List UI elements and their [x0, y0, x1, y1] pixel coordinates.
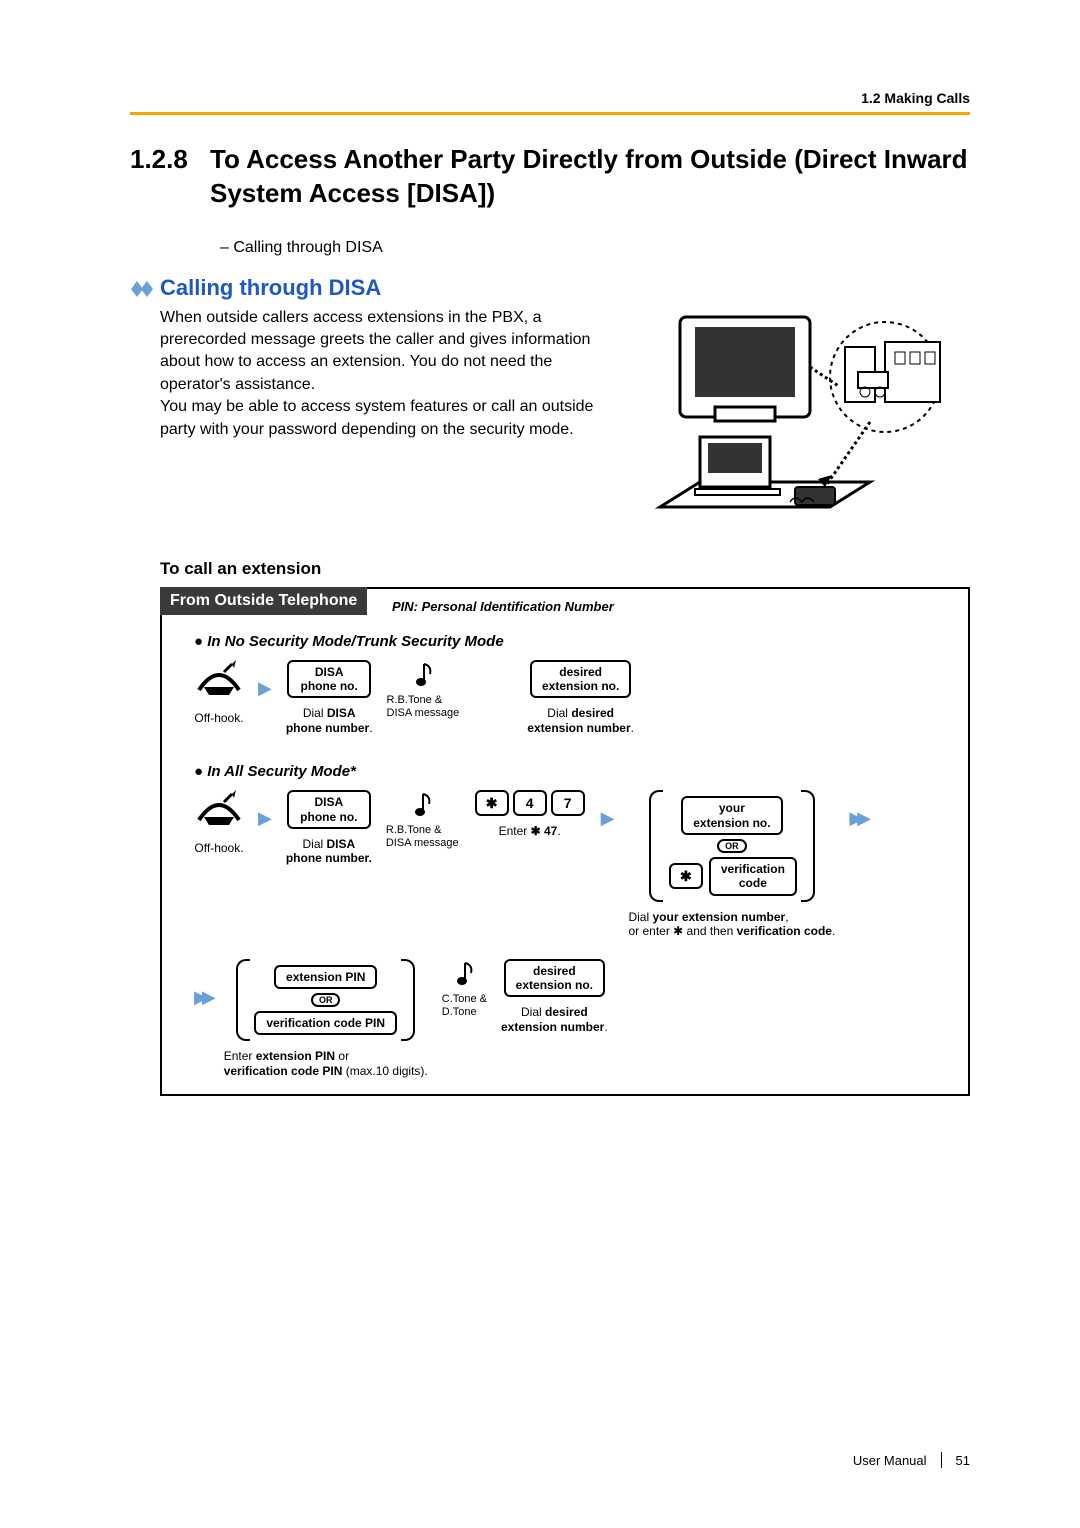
or-pill: OR [717, 839, 747, 853]
pin-step: extension PIN OR verification code PIN E… [224, 959, 428, 1079]
header-rule [130, 112, 970, 115]
offhook-icon [194, 790, 244, 833]
disa-step: DISA phone no. Dial DISAphone number. [286, 660, 373, 736]
verification-code-box: verification code [709, 857, 797, 896]
section-title: 1.2.8 To Access Another Party Directly f… [130, 143, 970, 211]
footer-separator [941, 1452, 942, 1468]
rbtone-step: R.B.Tone & DISA message [387, 660, 460, 720]
mode2-flow-2: ▶▶ extension PIN OR verification code PI… [194, 959, 968, 1079]
key-4: 4 [513, 790, 547, 816]
music-note-icon [410, 660, 436, 690]
verif-pin-box: verification code PIN [254, 1011, 397, 1035]
page-footer: User Manual 51 [853, 1452, 970, 1468]
subheading: Calling through DISA [160, 275, 970, 301]
procedure-box: From Outside Telephone PIN: Personal Ide… [160, 587, 970, 1096]
ext-pin-box: extension PIN [274, 965, 377, 989]
arrow-icon: ▶ [258, 678, 272, 699]
pbx-illustration [640, 307, 970, 537]
toc-line: – Calling through DISA [220, 239, 970, 257]
arrow-double-icon: ▶▶ [194, 987, 210, 1008]
procedure-title: To call an extension [160, 559, 970, 579]
option-group: your extension no. OR ✱ verification cod… [649, 790, 815, 902]
key-7: 7 [551, 790, 585, 816]
desired-ext-step-2: desired extension no. Dial desiredextens… [501, 959, 608, 1035]
page-number: 51 [956, 1453, 970, 1468]
or-pill: OR [311, 993, 341, 1007]
disa-caption-2: DISAphone number [286, 706, 369, 734]
ctone-step: C.Tone & D.Tone [442, 959, 487, 1019]
offhook-icon [194, 660, 244, 703]
offhook-step-2: Off-hook. [194, 790, 244, 855]
page: 1.2 Making Calls 1.2.8 To Access Another… [0, 0, 1080, 1528]
section-number: 1.2.8 [130, 143, 210, 211]
code-step: ✱ 4 7 Enter ✱ 47. [473, 790, 587, 838]
disa-phone-box: DISA phone no. [287, 790, 371, 829]
ext-or-verif-step: your extension no. OR ✱ verification cod… [628, 790, 835, 938]
procedure-tab: From Outside Telephone [160, 587, 367, 615]
procedure-note: PIN: Personal Identification Number [392, 599, 614, 614]
desired-ext-box: desired extension no. [504, 959, 605, 998]
intro-text: When outside callers access extensions i… [160, 307, 620, 537]
diamond-icon [130, 278, 156, 304]
intro-row: When outside callers access extensions i… [160, 307, 970, 537]
option-group: extension PIN OR verification code PIN [236, 959, 415, 1042]
arrow-icon: ▶ [258, 808, 272, 829]
disa-caption-1: Dial [303, 706, 327, 720]
footer-label: User Manual [853, 1453, 927, 1468]
desired-ext-step: desired extension no. Dial desiredextens… [527, 660, 634, 736]
music-note-icon [451, 959, 477, 989]
key-star: ✱ [669, 863, 703, 889]
key-star: ✱ [475, 790, 509, 816]
mode2-label: In All Security Mode* [194, 763, 968, 780]
section-heading-text: To Access Another Party Directly from Ou… [210, 143, 970, 211]
desired-ext-box: desired extension no. [530, 660, 631, 699]
rbtone-step-2: R.B.Tone & DISA message [386, 790, 459, 850]
arrow-icon: ▶ [601, 808, 615, 829]
mode1-flow: Off-hook. ▶ DISA phone no. Dial DISAphon… [194, 660, 968, 736]
mode2-flow-1: Off-hook. ▶ DISA phone no. Dial DISAphon… [194, 790, 968, 938]
music-note-icon [409, 790, 435, 820]
offhook-step: Off-hook. [194, 660, 244, 725]
mode1-label: In No Security Mode/Trunk Security Mode [194, 633, 968, 650]
disa-step-2: DISA phone no. Dial DISAphone number. [286, 790, 372, 866]
your-ext-box: your extension no. [681, 796, 782, 835]
arrow-double-icon: ▶▶ [849, 808, 865, 829]
disa-phone-box: DISA phone no. [287, 660, 371, 699]
breadcrumb: 1.2 Making Calls [130, 90, 970, 106]
